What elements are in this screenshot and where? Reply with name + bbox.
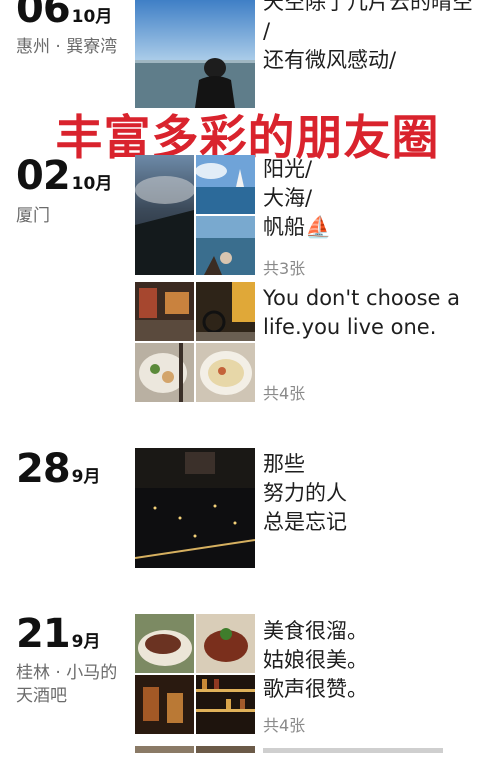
sea-holding-photo[interactable]: [196, 216, 255, 275]
bar-shelf-photo[interactable]: [196, 675, 255, 734]
food-plate-photo[interactable]: [135, 343, 194, 402]
post-caption: 阳光/ 大海/ 帆船⛵: [263, 157, 332, 239]
post-date: 28 9月: [16, 446, 101, 492]
post-month: 10月: [71, 7, 113, 27]
man-at-sea-photo[interactable]: [135, 0, 255, 108]
next-post-peek: [0, 738, 495, 753]
post-date: 02 10月: [16, 153, 112, 199]
post-location: 桂林 · 小马的天酒吧: [16, 663, 118, 706]
post-location: 厦门: [16, 206, 50, 226]
post-day: 28: [16, 446, 71, 492]
street-photo[interactable]: [135, 282, 194, 341]
post-month: 9月: [71, 467, 101, 487]
drinks-photo[interactable]: [135, 675, 194, 734]
post-day: 21: [16, 611, 71, 657]
post-day: 06: [16, 0, 71, 32]
post-date: 21 9月: [16, 611, 101, 657]
post-date: 06 10月: [16, 0, 112, 32]
photo-count: 共3张: [263, 259, 306, 278]
post-location: 惠州 · 巽寮湾: [16, 37, 118, 57]
post-caption: 那些 努力的人 总是忘记: [263, 452, 347, 534]
next-post-thumbnails: [135, 746, 443, 753]
photo-count: 共4张: [263, 716, 306, 735]
post-caption: 天空除了几片云的晴空 / 还有微风感动/: [263, 0, 473, 72]
photo-count: 共4张: [263, 384, 306, 403]
post-day: 02: [16, 153, 71, 199]
post-month: 9月: [71, 632, 101, 652]
post-caption: You don't choose a life.you live one.: [263, 286, 460, 339]
cloudy-sky-photo[interactable]: [135, 155, 194, 275]
post-caption: 美食很溜。 姑娘很美。 歌声很赞。: [263, 619, 368, 701]
soup-bowl-photo[interactable]: [196, 343, 255, 402]
bicycle-photo[interactable]: [196, 282, 255, 341]
sea-sailboat-photo[interactable]: [196, 155, 255, 214]
dish-photo[interactable]: [135, 614, 194, 673]
night-city-photo[interactable]: [135, 448, 255, 568]
post-month: 10月: [71, 174, 113, 194]
steak-photo[interactable]: [196, 614, 255, 673]
